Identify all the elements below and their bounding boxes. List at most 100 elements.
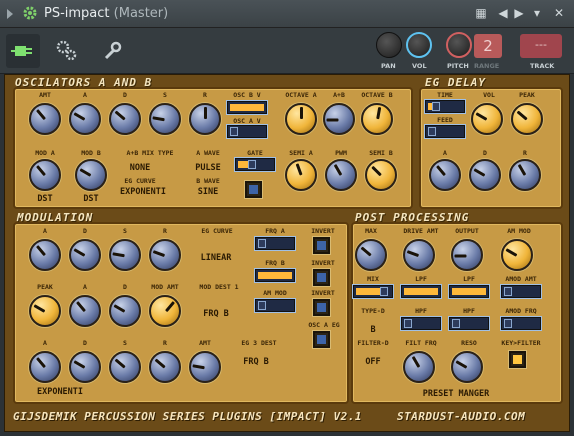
wrench-button[interactable]	[96, 34, 130, 68]
lpf-slider[interactable]	[401, 285, 441, 298]
pan-knob[interactable]	[376, 32, 402, 58]
am-mod-slider[interactable]	[255, 299, 295, 312]
plugin-view-button[interactable]	[6, 34, 40, 68]
eg-decay-knob[interactable]	[469, 159, 501, 191]
osc-sustain-knob[interactable]	[149, 103, 181, 135]
lpf2-slider[interactable]	[449, 285, 489, 298]
mod2-decay-knob[interactable]	[109, 295, 141, 327]
octave-b-knob[interactable]	[361, 103, 393, 135]
amod-amt-slider[interactable]	[501, 285, 541, 298]
mod3-amt-knob[interactable]	[189, 351, 221, 383]
drive-amt-knob[interactable]	[403, 239, 435, 271]
settings-button[interactable]	[50, 34, 84, 68]
mod-b-label: MOD B	[81, 149, 101, 157]
osc-a-eg-label: OSC A EG	[308, 321, 340, 329]
osc-release-knob[interactable]	[189, 103, 221, 135]
feed-slider[interactable]	[425, 125, 465, 138]
collapse-arrow-icon[interactable]	[7, 9, 13, 19]
mod3-sustain-knob[interactable]	[109, 351, 141, 383]
window-title-text: PS-impact	[44, 6, 110, 21]
mod-peak-knob[interactable]	[29, 295, 61, 327]
output-knob[interactable]	[451, 239, 483, 271]
invert-3-toggle[interactable]	[313, 299, 330, 316]
footer-right[interactable]: STARDUST-AUDIO.COM	[397, 410, 525, 423]
mod2-attack-knob[interactable]	[69, 295, 101, 327]
amod-frq-slider[interactable]	[501, 317, 541, 330]
eg-attack-knob[interactable]	[429, 159, 461, 191]
max-knob[interactable]	[355, 239, 387, 271]
mod-a-knob[interactable]	[29, 159, 61, 191]
eg-release-knob[interactable]	[509, 159, 541, 191]
gear-icon[interactable]	[22, 5, 38, 21]
frq-b-label: FRQ B	[265, 259, 285, 267]
grid-icon[interactable]: ▦	[472, 4, 490, 22]
mod3-attack-knob[interactable]	[29, 351, 61, 383]
mod-sustain-knob[interactable]	[109, 239, 141, 271]
mod-d1-label: D	[83, 227, 87, 235]
mod-decay-knob[interactable]	[69, 239, 101, 271]
eg-vol-knob[interactable]	[471, 103, 503, 135]
eg-peak-label: PEAK	[519, 91, 535, 99]
filt-frq-knob[interactable]	[403, 351, 435, 383]
mod-d3-label: D	[83, 339, 87, 347]
invert-1-toggle[interactable]	[313, 237, 330, 254]
mod-release-knob[interactable]	[149, 239, 181, 271]
settings-gears-icon	[56, 40, 77, 61]
osc-decay-knob[interactable]	[109, 103, 141, 135]
b-wave-value[interactable]: SINE	[185, 187, 231, 197]
reso-knob[interactable]	[451, 351, 483, 383]
osc-attack-knob[interactable]	[69, 103, 101, 135]
osc-b-volume-slider[interactable]	[227, 101, 267, 114]
gate-slider[interactable]	[235, 158, 275, 171]
mod3-decay-knob[interactable]	[69, 351, 101, 383]
close-icon[interactable]: ✕	[550, 4, 568, 22]
a-wave-value[interactable]: PULSE	[185, 163, 231, 173]
octave-b-label: OCTAVE B	[361, 91, 393, 99]
preset-manager-button[interactable]: PRESET MANGER	[401, 389, 511, 399]
mod-amt-knob[interactable]	[149, 295, 181, 327]
range-display[interactable]: 2	[474, 34, 502, 58]
key-filter-toggle[interactable]	[509, 351, 526, 368]
pwm-knob[interactable]	[325, 159, 357, 191]
menu-down-icon[interactable]: ▾	[528, 4, 546, 22]
max-label: MAX	[365, 227, 377, 235]
aplusb-knob[interactable]	[323, 103, 355, 135]
mod-attack-knob[interactable]	[29, 239, 61, 271]
hpf-slider[interactable]	[401, 317, 441, 330]
eg3-dest-label: EG 3 DEST	[241, 339, 277, 347]
volume-knob[interactable]	[406, 32, 432, 58]
post-am-mod-knob[interactable]	[501, 239, 533, 271]
gate-toggle[interactable]	[245, 181, 262, 198]
next-icon[interactable]: ▶	[510, 4, 528, 22]
track-label: TRACK	[530, 62, 555, 70]
mod-eg-curve-label: EG CURVE	[201, 227, 233, 235]
mod-eg-curve-value[interactable]: LINEAR	[191, 253, 241, 263]
osc-amt-knob[interactable]	[29, 103, 61, 135]
frq-a-slider[interactable]	[255, 237, 295, 250]
toolbar: PAN VOL PITCH 2 RANGE --- TRACK	[0, 28, 574, 74]
pitch-knob[interactable]	[446, 32, 472, 58]
semi-a-knob[interactable]	[285, 159, 317, 191]
eg-peak-knob[interactable]	[511, 103, 543, 135]
hpf2-slider[interactable]	[449, 317, 489, 330]
invert-1-label: INVERT	[311, 227, 335, 235]
eg3-curve-value[interactable]: EXPONENTI	[25, 387, 95, 397]
osc-a-eg-toggle[interactable]	[313, 331, 330, 348]
eg-curve-value[interactable]: EXPONENTI	[113, 187, 173, 197]
osc-a-volume-slider[interactable]	[227, 125, 267, 138]
mix-type-value[interactable]: NONE	[115, 163, 165, 173]
eg3-dest-value[interactable]: FRQ B	[233, 357, 279, 367]
mod-b-knob[interactable]	[75, 159, 107, 191]
type-d-value[interactable]: B	[355, 325, 391, 335]
mod3-release-knob[interactable]	[149, 351, 181, 383]
mod-dest-1-value[interactable]: FRQ B	[193, 309, 239, 319]
time-slider[interactable]	[425, 100, 465, 113]
octave-a-knob[interactable]	[285, 103, 317, 135]
filter-d-value[interactable]: OFF	[355, 357, 391, 367]
invert-2-toggle[interactable]	[313, 269, 330, 286]
frq-b-slider[interactable]	[255, 269, 295, 282]
mix-slider[interactable]	[353, 285, 393, 298]
osc-a-label: A	[83, 91, 87, 99]
semi-b-knob[interactable]	[365, 159, 397, 191]
track-display[interactable]: ---	[520, 34, 562, 58]
